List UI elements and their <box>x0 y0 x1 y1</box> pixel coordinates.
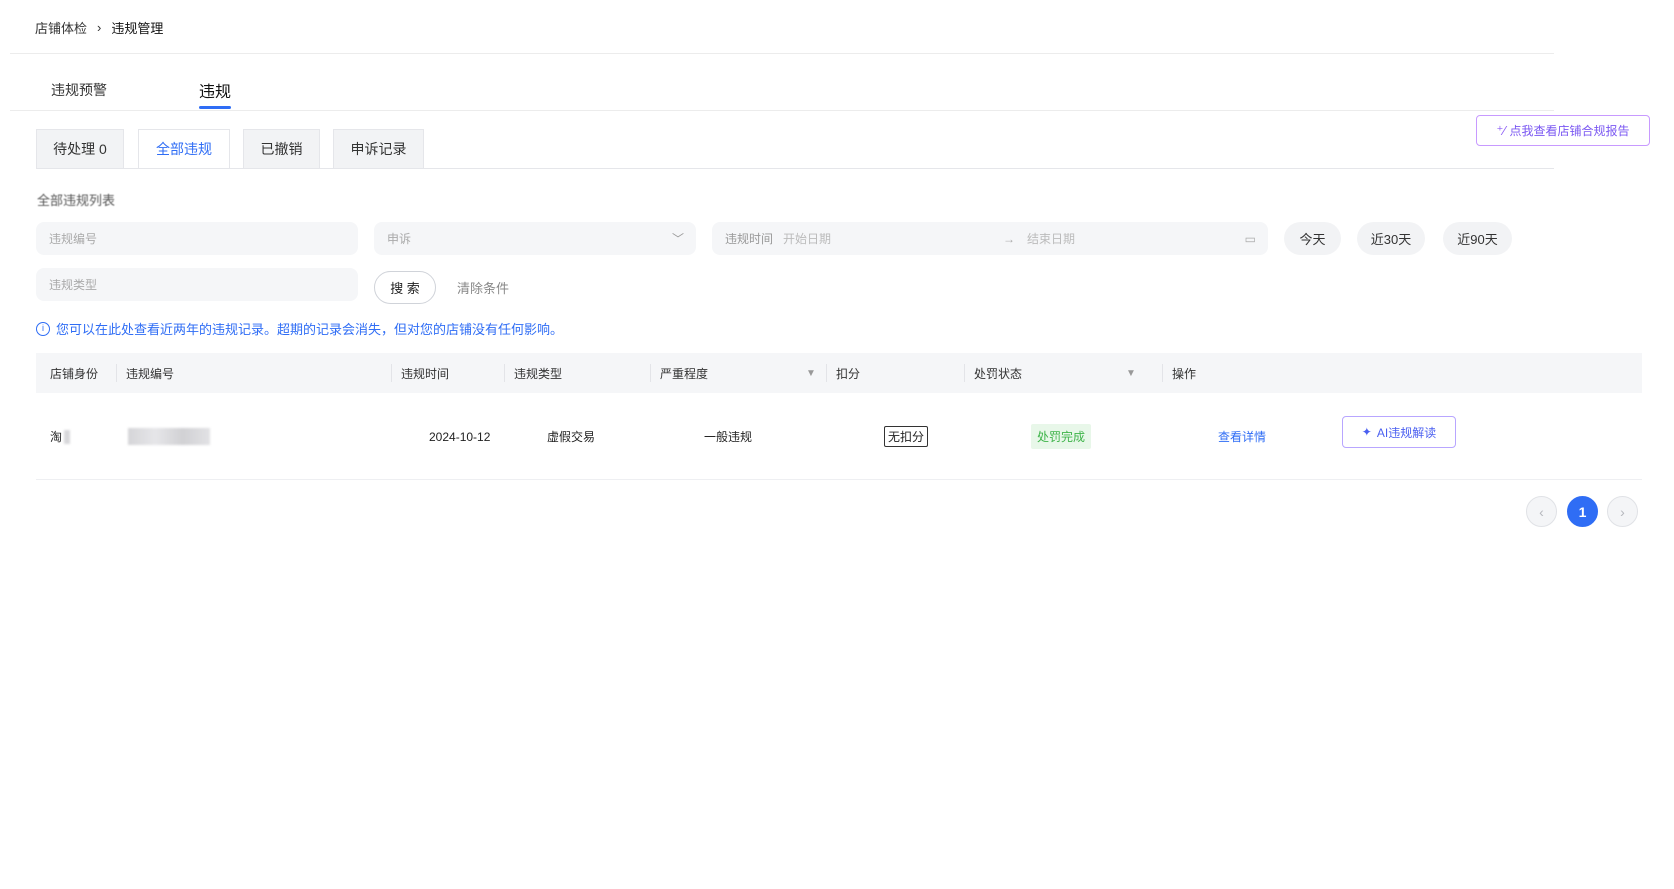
cell-shop: 淘 <box>50 394 71 479</box>
table-row: 淘 2024-10-12 虚假交易 一般违规 无扣分 处罚完成 查看详情 ✦ A… <box>36 394 1642 480</box>
filter-icon[interactable]: ▼ <box>1126 368 1136 379</box>
column-header-severity: 严重程度 ▼ <box>650 353 820 393</box>
chevron-right-icon: › <box>97 19 102 35</box>
ai-interpret-label: AI违规解读 <box>1376 425 1437 440</box>
quick-range-30-days[interactable]: 近30天 <box>1357 222 1425 255</box>
filter-icon[interactable]: ▼ <box>806 368 816 379</box>
cell-actions: 查看详情 <box>1218 394 1266 479</box>
status-badge: 处罚完成 <box>1031 424 1092 449</box>
compliance-report-label: 点我查看店铺合规报告 <box>1509 124 1630 138</box>
column-header-time-label: 违规时间 <box>401 366 450 381</box>
violation-code-input[interactable]: 违规编号 <box>36 222 358 255</box>
ai-interpret-button[interactable]: ✦ AI违规解读 <box>1342 416 1456 448</box>
appeal-select[interactable]: 申诉 ﹀ <box>374 222 696 255</box>
column-separator <box>391 364 392 382</box>
appeal-select-placeholder: 申诉 <box>387 232 412 246</box>
cell-shop-text: 淘 <box>50 430 63 444</box>
history-notice-text: 您可以在此处查看近两年的违规记录。超期的记录会消失，但对您的店铺没有任何影响。 <box>56 322 564 337</box>
sparkle-icon: ⁺∕ <box>1496 122 1506 138</box>
column-header-code-label: 违规编号 <box>126 366 175 381</box>
column-header-severity-label: 严重程度 <box>660 366 709 381</box>
divider <box>10 110 1554 111</box>
column-header-code: 违规编号 <box>116 353 175 393</box>
column-header-status: 处罚状态 ▼ <box>964 353 1136 393</box>
column-separator <box>116 364 117 382</box>
history-notice: i 您可以在此处查看近两年的违规记录。超期的记录会消失，但对您的店铺没有任何影响… <box>36 319 563 338</box>
info-icon: i <box>36 321 50 336</box>
end-date-input[interactable]: 结束日期 <box>1027 230 1245 247</box>
column-header-type-label: 违规类型 <box>514 366 563 381</box>
cell-type: 虚假交易 <box>547 430 596 444</box>
divider <box>36 168 1554 169</box>
breadcrumb: 店铺体检 › 违规管理 <box>35 17 163 37</box>
violation-date-range[interactable]: 违规时间 开始日期 → 结束日期 ▭ <box>712 222 1268 255</box>
violation-type-input[interactable]: 违规类型 <box>36 268 358 301</box>
column-header-type: 违规类型 <box>504 353 563 393</box>
date-range-label: 违规时间 <box>725 232 774 246</box>
breadcrumb-shop-check[interactable]: 店铺体检 <box>35 18 87 37</box>
column-header-actions-label: 操作 <box>1172 366 1197 381</box>
start-date-input[interactable]: 开始日期 <box>783 230 1003 247</box>
subtab-pending[interactable]: 待处理 0 <box>36 129 124 169</box>
cell-score: 无扣分 <box>884 394 929 479</box>
column-separator <box>1162 364 1163 382</box>
column-header-status-label: 处罚状态 <box>974 366 1023 381</box>
arrow-right-icon: → <box>1003 231 1016 246</box>
section-title: 全部违规列表 <box>37 193 116 208</box>
column-header-time: 违规时间 <box>391 353 450 393</box>
breadcrumb-violation-management: 违规管理 <box>111 20 164 36</box>
column-separator <box>826 364 827 382</box>
pagination-prev-button[interactable]: ‹ <box>1526 496 1557 527</box>
pagination-current-page[interactable]: 1 <box>1567 496 1598 527</box>
chevron-down-icon: ﹀ <box>671 232 684 246</box>
redacted-text <box>64 429 71 444</box>
subtab-all-violations[interactable]: 全部违规 <box>138 129 230 169</box>
score-tag: 无扣分 <box>884 426 929 447</box>
divider <box>10 53 1554 54</box>
quick-range-today[interactable]: 今天 <box>1284 222 1341 255</box>
clear-filters-button[interactable]: 清除条件 <box>457 278 509 297</box>
search-button[interactable]: 搜 索 <box>374 271 436 304</box>
subtab-revoked[interactable]: 已撤销 <box>243 129 320 169</box>
cell-severity: 一般违规 <box>704 430 753 444</box>
column-separator <box>650 364 651 382</box>
quick-range-90-days[interactable]: 近90天 <box>1443 222 1512 255</box>
column-header-score-label: 扣分 <box>836 366 861 381</box>
table-header: 店铺身份 违规编号 违规时间 违规类型 严重程度 ▼ 扣分 处罚状态 ▼ 操作 <box>36 353 1642 393</box>
column-separator <box>504 364 505 382</box>
redacted-code <box>128 428 210 445</box>
tab-violations[interactable]: 违规 <box>199 78 232 109</box>
compliance-report-button[interactable]: ⁺∕ 点我查看店铺合规报告 <box>1476 115 1650 146</box>
view-details-link[interactable]: 查看详情 <box>1218 428 1266 445</box>
cell-time: 2024-10-12 <box>429 429 491 444</box>
calendar-icon: ▭ <box>1244 231 1256 246</box>
column-separator <box>964 364 965 382</box>
subtab-appeal-records[interactable]: 申诉记录 <box>333 129 424 169</box>
pagination-next-button[interactable]: › <box>1607 496 1638 527</box>
cell-code <box>128 394 210 479</box>
tab-violation-warning[interactable]: 违规预警 <box>51 80 107 100</box>
sparkle-icon: ✦ <box>1361 425 1372 439</box>
column-header-actions: 操作 <box>1162 353 1197 393</box>
cell-status: 处罚完成 <box>1031 394 1092 479</box>
column-header-shop: 店铺身份 <box>50 366 99 381</box>
column-header-score: 扣分 <box>826 353 861 393</box>
